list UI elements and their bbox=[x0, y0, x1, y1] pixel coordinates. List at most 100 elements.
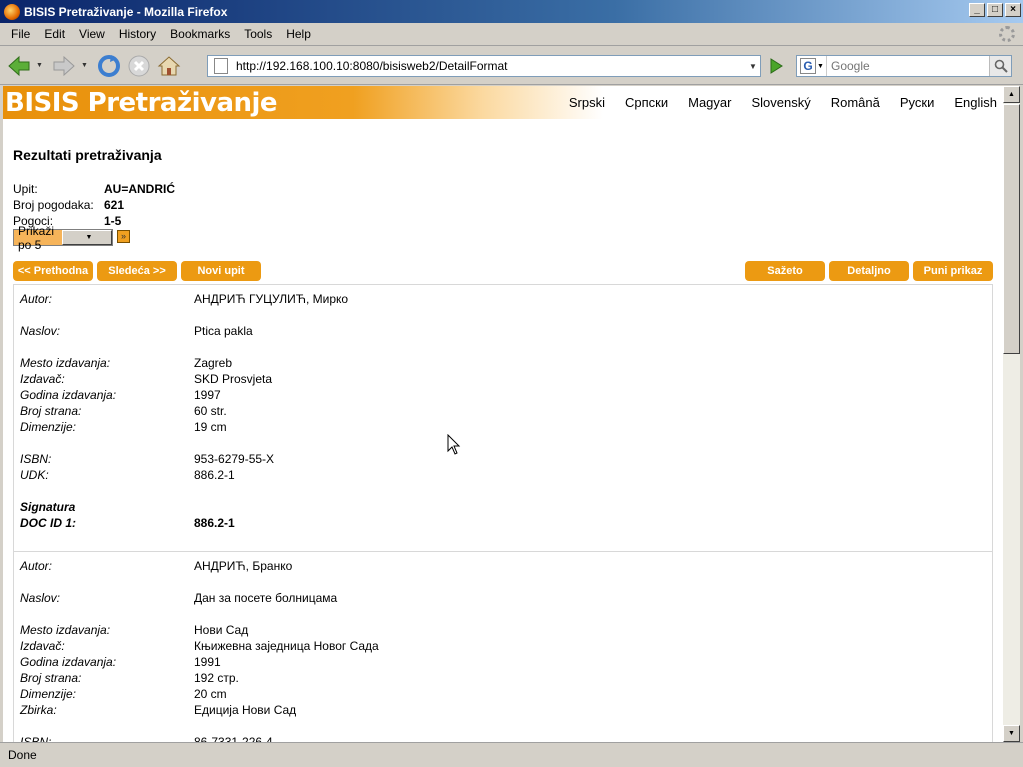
lang-english[interactable]: English bbox=[954, 95, 997, 110]
search-bar[interactable]: G ▼ bbox=[796, 55, 1012, 77]
page-content: BISIS Pretraživanje Srpski Српски Magyar… bbox=[3, 86, 1003, 742]
url-input[interactable] bbox=[234, 58, 746, 74]
shown-value: 1-5 bbox=[104, 214, 122, 228]
udk-label: UDK: bbox=[20, 468, 49, 482]
menu-history[interactable]: History bbox=[112, 27, 163, 41]
stop-icon[interactable] bbox=[126, 53, 152, 79]
status-text: Done bbox=[8, 748, 37, 762]
search-icon[interactable] bbox=[989, 56, 1011, 76]
forward-icon[interactable] bbox=[51, 53, 77, 79]
vertical-scrollbar[interactable]: ▲ ▼ bbox=[1003, 86, 1020, 742]
throbber-icon bbox=[999, 26, 1015, 42]
status-bar: Done bbox=[0, 742, 1023, 767]
menu-help[interactable]: Help bbox=[279, 27, 318, 41]
lang-srpski-cyrillic[interactable]: Српски bbox=[625, 95, 668, 110]
menu-bar: File Edit View History Bookmarks Tools H… bbox=[0, 23, 1023, 46]
search-input[interactable] bbox=[827, 58, 989, 74]
menu-file[interactable]: File bbox=[4, 27, 37, 41]
series-value: Едиција Нови Сад bbox=[194, 703, 297, 717]
per-page-select[interactable]: Prikaži po 5 ▼ bbox=[13, 224, 113, 252]
title-label: Naslov: bbox=[20, 591, 61, 605]
forward-history-dropdown-icon[interactable]: ▼ bbox=[81, 62, 88, 69]
menu-edit[interactable]: Edit bbox=[37, 27, 72, 41]
place-label: Mesto izdavanja: bbox=[20, 623, 111, 637]
go-icon[interactable] bbox=[766, 57, 786, 75]
engine-dropdown-icon[interactable]: ▼ bbox=[817, 63, 824, 70]
back-icon[interactable] bbox=[6, 53, 32, 79]
google-icon: G bbox=[800, 58, 816, 74]
address-bar[interactable]: ▼ bbox=[207, 55, 761, 77]
url-dropdown-icon[interactable]: ▼ bbox=[746, 62, 760, 71]
place-value: Zagreb bbox=[194, 356, 233, 370]
docid-label: DOC ID 1: bbox=[20, 516, 77, 530]
menu-tools[interactable]: Tools bbox=[237, 27, 279, 41]
short-format-button[interactable]: Sažeto bbox=[745, 261, 825, 281]
per-page-dropdown-icon[interactable]: ▼ bbox=[62, 230, 112, 245]
reload-icon[interactable] bbox=[96, 53, 122, 79]
year-label: Godina izdavanja: bbox=[20, 388, 117, 402]
dimensions-value: 20 cm bbox=[194, 687, 227, 701]
author-value: АНДРИЋ, Бранко bbox=[194, 559, 293, 573]
dimensions-label: Dimenzije: bbox=[20, 687, 77, 701]
search-engine-selector[interactable]: G ▼ bbox=[797, 56, 827, 76]
lang-srpski-latin[interactable]: Srpski bbox=[569, 95, 605, 110]
publisher-value: Књижевна заједница Новог Сада bbox=[194, 639, 379, 653]
title-value: Ptica pakla bbox=[194, 324, 253, 338]
docid-value: 886.2-1 bbox=[194, 516, 235, 530]
apply-per-page-icon[interactable]: » bbox=[117, 230, 130, 243]
site-logo[interactable]: BISIS Pretraživanje bbox=[5, 88, 278, 118]
hits-value: 621 bbox=[104, 198, 125, 212]
maximize-button[interactable]: □ bbox=[987, 3, 1003, 17]
lang-magyar[interactable]: Magyar bbox=[688, 95, 731, 110]
menu-bookmarks[interactable]: Bookmarks bbox=[163, 27, 237, 41]
navigation-toolbar: ▼ ▼ ▼ G ▼ bbox=[0, 47, 1023, 85]
back-history-dropdown-icon[interactable]: ▼ bbox=[36, 62, 43, 69]
record-item: Autor: АНДРИЋ ГУЦУЛИЋ, Мирко Naslov: Ptica… bbox=[14, 285, 992, 552]
author-label: Autor: bbox=[20, 559, 53, 573]
firefox-icon bbox=[4, 3, 20, 20]
dimensions-value: 19 cm bbox=[194, 420, 227, 434]
window-titlebar: BISIS Pretraživanje - Mozilla Firefox _ … bbox=[0, 0, 1023, 23]
site-header: BISIS Pretraživanje Srpski Српски Magyar… bbox=[3, 86, 1003, 119]
record-list: Autor: АНДРИЋ ГУЦУЛИЋ, Мирко Naslov: Ptica… bbox=[13, 284, 993, 742]
per-page-value: Prikaži po 5 bbox=[18, 223, 55, 252]
mouse-cursor-icon bbox=[447, 434, 461, 455]
home-icon[interactable] bbox=[156, 53, 182, 79]
lang-slovensky[interactable]: Slovenský bbox=[751, 95, 810, 110]
isbn-label: ISBN: bbox=[20, 735, 52, 742]
page-title: Rezultati pretraživanja bbox=[13, 147, 162, 163]
minimize-button[interactable]: _ bbox=[969, 3, 985, 17]
query-info: Upit: AU=ANDRIĆ Broj pogodaka: 621 Pogoci:… bbox=[13, 181, 175, 229]
scroll-up-icon[interactable]: ▲ bbox=[1003, 86, 1020, 103]
window-title: BISIS Pretraživanje - Mozilla Firefox bbox=[24, 4, 228, 19]
isbn-value: 953-6279-55-X bbox=[194, 452, 275, 466]
lang-ruski[interactable]: Руски bbox=[900, 95, 934, 110]
scroll-thumb[interactable] bbox=[1003, 104, 1020, 354]
prev-button[interactable]: << Prethodna bbox=[13, 261, 93, 281]
full-format-button[interactable]: Puni prikaz bbox=[913, 261, 993, 281]
pages-label: Broj strana: bbox=[20, 404, 82, 418]
query-value: AU=ANDRIĆ bbox=[104, 182, 176, 196]
title-value: Дан за посете болницама bbox=[194, 591, 338, 605]
pages-value: 192 стр. bbox=[194, 671, 239, 685]
year-value: 1991 bbox=[194, 655, 221, 669]
detailed-format-button[interactable]: Detaljno bbox=[829, 261, 909, 281]
year-label: Godina izdavanja: bbox=[20, 655, 117, 669]
author-label: Autor: bbox=[20, 292, 53, 306]
new-query-button[interactable]: Novi upit bbox=[181, 261, 261, 281]
lang-romana[interactable]: Română bbox=[831, 95, 880, 110]
publisher-label: Izdavač: bbox=[20, 372, 65, 386]
next-button[interactable]: Sledeća >> bbox=[97, 261, 177, 281]
pages-value: 60 str. bbox=[194, 404, 227, 418]
query-label: Upit: bbox=[13, 182, 38, 196]
series-label: Zbirka: bbox=[20, 703, 57, 717]
title-label: Naslov: bbox=[20, 324, 61, 338]
pages-label: Broj strana: bbox=[20, 671, 82, 685]
scroll-down-icon[interactable]: ▼ bbox=[1003, 725, 1020, 742]
isbn-label: ISBN: bbox=[20, 452, 52, 466]
isbn-value: 86-7331-226-4 bbox=[194, 735, 273, 742]
close-button[interactable]: × bbox=[1005, 3, 1021, 17]
author-value: АНДРИЋ ГУЦУЛИЋ, Мирко bbox=[194, 292, 349, 306]
year-value: 1997 bbox=[194, 388, 221, 402]
menu-view[interactable]: View bbox=[72, 27, 112, 41]
